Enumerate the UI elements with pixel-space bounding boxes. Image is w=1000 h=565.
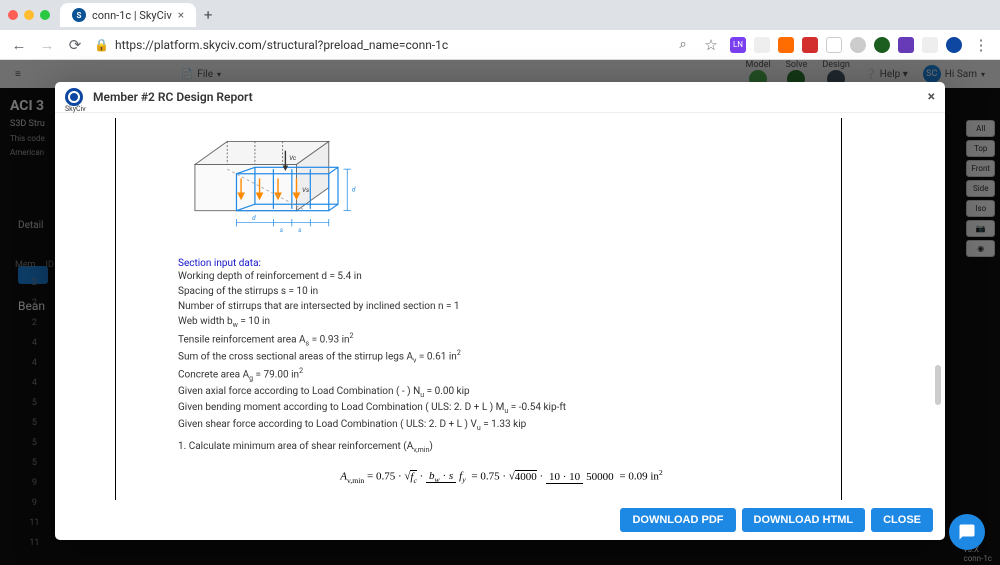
window-controls	[8, 10, 50, 20]
extension-icon[interactable]	[778, 37, 794, 53]
address-bar[interactable]: 🔒 https://platform.skyciv.com/structural…	[94, 38, 664, 52]
input-line: Given bending moment according to Load C…	[178, 400, 880, 417]
extension-icon[interactable]	[874, 37, 890, 53]
lock-icon: 🔒	[94, 38, 109, 52]
extension-icon[interactable]	[898, 37, 914, 53]
download-html-button[interactable]: DOWNLOAD HTML	[742, 508, 866, 532]
beam-shear-diagram: Vc Vs d s s d	[178, 123, 378, 243]
equation-2: Av,min = 0.09 in2 < 50 · bw · sfy = 50 ·…	[123, 499, 880, 500]
extension-icon[interactable]	[754, 37, 770, 53]
skyciv-logo-icon	[65, 88, 83, 106]
extension-icon[interactable]	[826, 37, 842, 53]
browser-toolbar: ← → ⟳ 🔒 https://platform.skyciv.com/stru…	[0, 30, 1000, 60]
search-icon[interactable]: ⌕	[674, 37, 692, 52]
modal-title: Member #2 RC Design Report	[93, 90, 253, 104]
extension-icon[interactable]: LN	[730, 37, 746, 53]
input-data-block: Working depth of reinforcement d = 5.4 i…	[178, 269, 880, 433]
modal-header: SkyCiv Member #2 RC Design Report ×	[55, 82, 945, 113]
svg-text:d: d	[252, 214, 256, 222]
input-line: Given axial force according to Load Comb…	[178, 384, 880, 401]
chat-button[interactable]	[949, 514, 985, 550]
minimize-window-button[interactable]	[24, 10, 34, 20]
back-button[interactable]: ←	[10, 36, 28, 54]
equation-1: Av,min = 0.75 · √fc · bw · sfy = 0.75 · …	[123, 468, 880, 485]
scrollbar[interactable]	[935, 143, 941, 460]
extension-icon[interactable]	[922, 37, 938, 53]
svg-text:Vs: Vs	[302, 186, 309, 194]
input-line: Working depth of reinforcement d = 5.4 i…	[178, 269, 880, 284]
extension-icon[interactable]	[946, 37, 962, 53]
modal-body: Vc Vs d s s d Section input data: Workin…	[55, 113, 945, 500]
svg-text:d: d	[352, 185, 356, 193]
svg-text:s: s	[280, 226, 283, 234]
step-1: 1. Calculate minimum area of shear reinf…	[178, 441, 880, 454]
svg-text:s: s	[298, 226, 301, 234]
download-pdf-button[interactable]: DOWNLOAD PDF	[620, 508, 735, 532]
close-icon[interactable]: ×	[928, 89, 935, 105]
star-icon[interactable]: ☆	[702, 36, 720, 54]
extension-icon[interactable]	[850, 37, 866, 53]
modal-footer: DOWNLOAD PDF DOWNLOAD HTML CLOSE	[55, 500, 945, 540]
forward-button[interactable]: →	[38, 36, 56, 54]
extensions-row: LN	[730, 37, 962, 53]
browser-tab-strip: S conn-1c | SkyCiv × +	[0, 0, 1000, 30]
url-text: https://platform.skyciv.com/structural?p…	[115, 38, 448, 52]
input-line: Concrete area Ag = 79.00 in2	[178, 366, 880, 384]
report-page: Vc Vs d s s d Section input data: Workin…	[115, 118, 895, 500]
reload-button[interactable]: ⟳	[66, 36, 84, 54]
logo-text: SkyCiv	[65, 105, 86, 113]
input-line: Web width bw = 10 in	[178, 314, 880, 331]
close-button[interactable]: CLOSE	[871, 508, 933, 532]
close-window-button[interactable]	[8, 10, 18, 20]
tab-title: conn-1c | SkyCiv	[92, 9, 172, 22]
browser-tab[interactable]: S conn-1c | SkyCiv ×	[60, 3, 196, 27]
report-modal: SkyCiv Member #2 RC Design Report ×	[55, 82, 945, 540]
extension-icon[interactable]	[802, 37, 818, 53]
input-line: Sum of the cross sectional areas of the …	[178, 348, 880, 366]
input-line: Number of stirrups that are intersected …	[178, 299, 880, 314]
svg-text:Vc: Vc	[289, 154, 297, 162]
section-input-header: Section input data:	[178, 258, 880, 269]
input-line: Tensile reinforcement area As = 0.93 in2	[178, 331, 880, 349]
input-line: Given shear force according to Load Comb…	[178, 417, 880, 434]
maximize-window-button[interactable]	[40, 10, 50, 20]
menu-icon[interactable]: ⋮	[972, 36, 990, 54]
input-line: Spacing of the stirrups s = 10 in	[178, 284, 880, 299]
tab-favicon: S	[72, 8, 86, 22]
close-tab-icon[interactable]: ×	[178, 8, 184, 22]
new-tab-button[interactable]: +	[196, 3, 220, 27]
